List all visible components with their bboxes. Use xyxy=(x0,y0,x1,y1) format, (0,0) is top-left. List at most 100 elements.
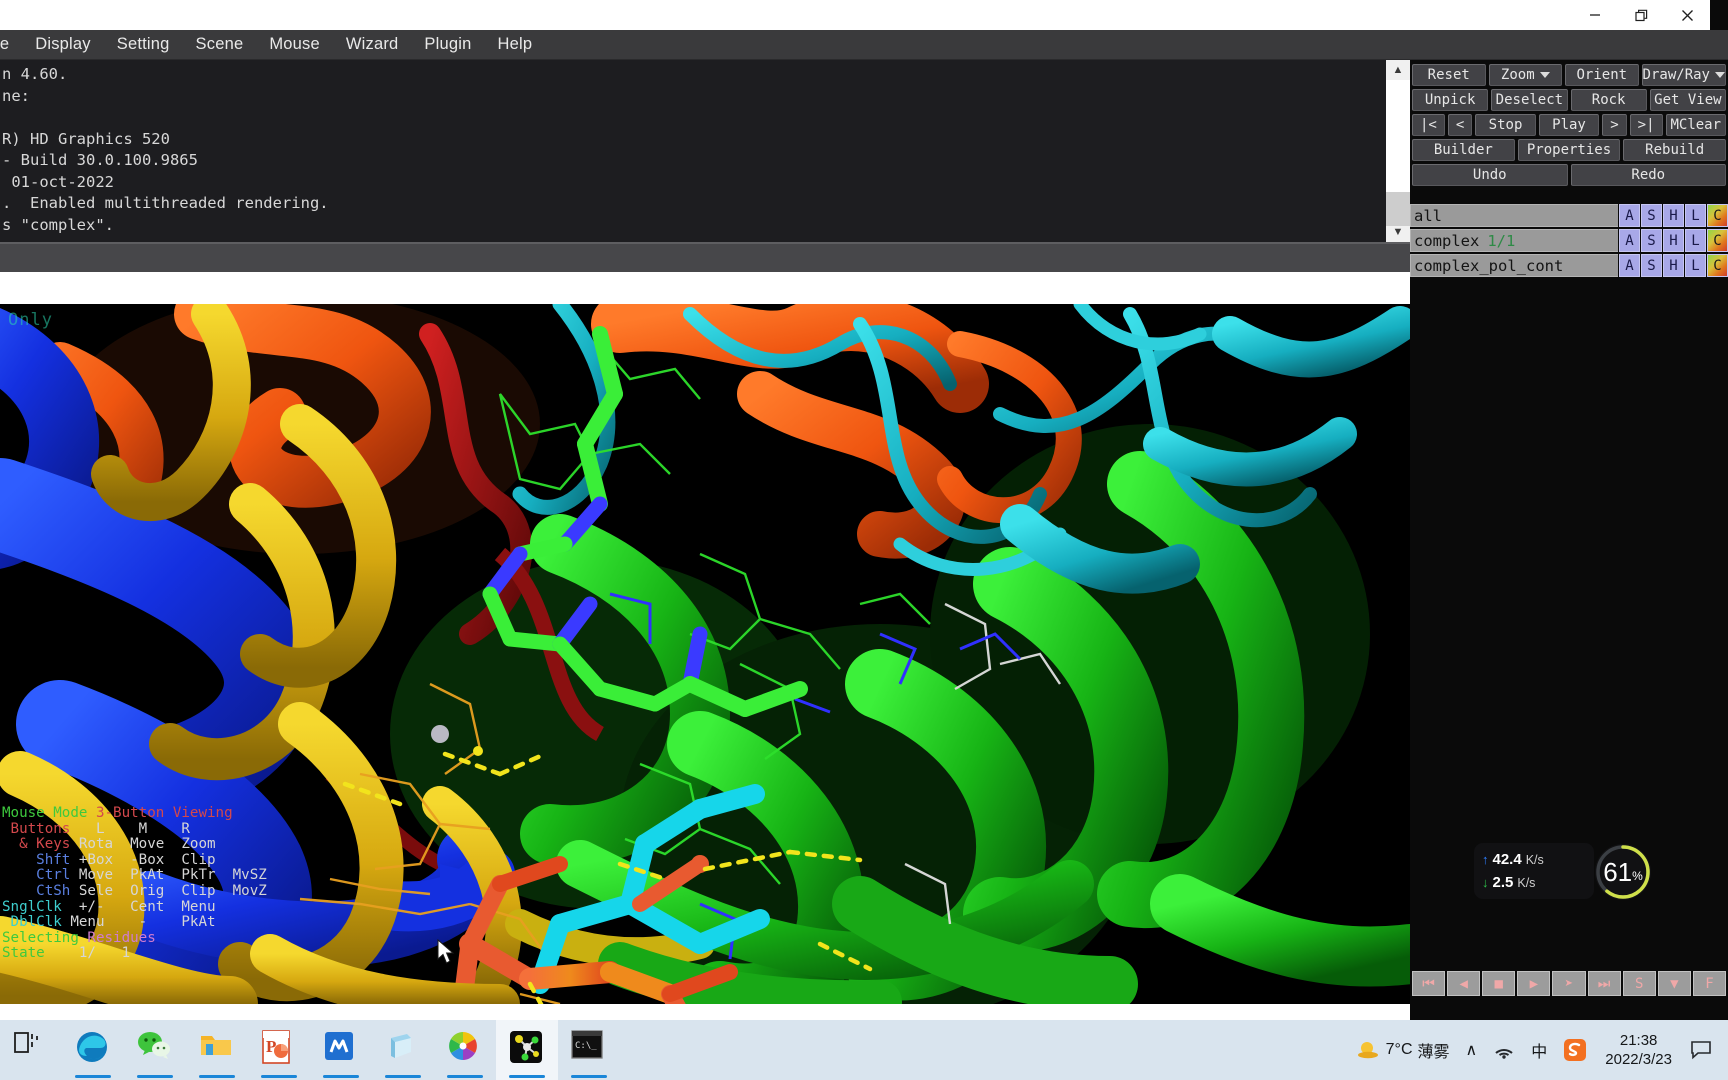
unpick-button[interactable]: Unpick xyxy=(1412,89,1489,111)
object-toggle-l[interactable]: L xyxy=(1685,254,1706,277)
movie-bar-play[interactable]: ▶ xyxy=(1517,971,1551,996)
zoom-button[interactable]: Zoom xyxy=(1488,64,1563,86)
mouse-mode-segment: +Box -Box Clip xyxy=(78,851,216,868)
menu-file[interactable]: ie xyxy=(0,33,22,56)
sogou-input-icon[interactable] xyxy=(1555,1038,1595,1062)
object-toggle-h[interactable]: H xyxy=(1663,229,1684,252)
button-label: |< xyxy=(1420,117,1437,133)
mouse-mode-segment: Menu - PkAt xyxy=(70,914,216,931)
object-toggle-s[interactable]: S xyxy=(1641,204,1662,227)
svg-text:C:\_: C:\_ xyxy=(575,1041,597,1051)
movie-bar-dropdown[interactable]: ▼ xyxy=(1657,971,1691,996)
menu-plugin[interactable]: Plugin xyxy=(411,33,484,56)
taskbar-app-m-icon xyxy=(323,1030,359,1066)
movie-bar-first[interactable]: ⏮ xyxy=(1412,971,1446,996)
redo-button[interactable]: Redo xyxy=(1570,164,1726,186)
object-toggle-h[interactable]: H xyxy=(1663,254,1684,277)
button-label: Unpick xyxy=(1424,92,1476,108)
taskbar-terminal[interactable]: C:\_ xyxy=(558,1020,620,1080)
movie-bar-last[interactable]: ⏭ xyxy=(1587,971,1621,996)
reset-button[interactable]: Reset xyxy=(1412,64,1486,86)
scrollbar-track[interactable] xyxy=(1386,80,1410,226)
draw-ray-button[interactable]: Draw/Ray xyxy=(1641,64,1726,86)
wifi-icon[interactable] xyxy=(1485,1041,1523,1059)
movie-last-button[interactable]: >| xyxy=(1629,114,1663,136)
movie-play-button[interactable]: Play xyxy=(1538,114,1600,136)
windows-taskbar: P C:\_ 7°C 薄雾 ∧ 中 21:38 2022/3/23 xyxy=(0,1020,1728,1080)
properties-button[interactable]: Properties xyxy=(1517,139,1621,161)
menu-help[interactable]: Help xyxy=(485,33,546,56)
taskbar-running-indicator xyxy=(447,1075,483,1078)
taskbar-wechat[interactable] xyxy=(124,1020,186,1080)
object-toggle-a[interactable]: A xyxy=(1619,229,1640,252)
object-row[interactable]: complex_pol_cont A S H L C xyxy=(1410,254,1728,277)
ime-indicator[interactable]: 中 xyxy=(1523,1038,1555,1062)
object-toggle-a[interactable]: A xyxy=(1619,254,1640,277)
mouse-mode-segment: Mouse Mode xyxy=(2,805,96,822)
movie-stop-button[interactable]: Stop xyxy=(1475,114,1536,136)
deselect-button[interactable]: Deselect xyxy=(1491,89,1568,111)
object-toggle-h[interactable]: H xyxy=(1663,204,1684,227)
object-toggle-c[interactable]: C xyxy=(1707,204,1728,227)
weather-widget[interactable]: 7°C 薄雾 xyxy=(1347,1038,1458,1062)
clock-widget[interactable]: 21:38 2022/3/23 xyxy=(1595,1031,1682,1069)
tray-chevron-icon[interactable]: ∧ xyxy=(1458,1040,1486,1060)
taskbar-file-explorer[interactable] xyxy=(186,1020,248,1080)
movie-next-button[interactable]: > xyxy=(1602,114,1627,136)
command-input[interactable] xyxy=(0,242,1410,272)
object-name[interactable]: all xyxy=(1410,204,1618,227)
console-line: 01-oct-2022 xyxy=(2,172,114,191)
movie-bar-rewind[interactable]: ◀ xyxy=(1447,971,1481,996)
movie-prev-button[interactable]: < xyxy=(1447,114,1473,136)
object-toggle-s[interactable]: S xyxy=(1641,229,1662,252)
close-button[interactable] xyxy=(1664,0,1710,30)
object-name[interactable]: complex 1/1 xyxy=(1410,229,1618,252)
taskbar-edge[interactable] xyxy=(62,1020,124,1080)
movie-bar-s[interactable]: S xyxy=(1622,971,1656,996)
object-toggle-c[interactable]: C xyxy=(1707,229,1728,252)
upload-speed-unit: K/s xyxy=(1525,852,1544,867)
restore-button[interactable] xyxy=(1618,0,1664,30)
scrollbar-thumb[interactable] xyxy=(1386,192,1410,226)
movie-first-button[interactable]: |< xyxy=(1412,114,1445,136)
console-scrollbar[interactable]: ▲ ▼ xyxy=(1386,60,1410,242)
menu-mouse[interactable]: Mouse xyxy=(256,33,333,56)
menu-scene[interactable]: Scene xyxy=(183,33,257,56)
builder-button[interactable]: Builder xyxy=(1412,139,1515,161)
orient-button[interactable]: Orient xyxy=(1565,64,1639,86)
taskbar-powerpoint[interactable]: P xyxy=(248,1020,310,1080)
object-toggle-a[interactable]: A xyxy=(1619,204,1640,227)
object-toggle-c[interactable]: C xyxy=(1707,254,1728,277)
notification-center-icon[interactable] xyxy=(1682,1040,1720,1060)
taskbar-photos[interactable] xyxy=(434,1020,496,1080)
rebuild-button[interactable]: Rebuild xyxy=(1623,139,1727,161)
taskbar-edge-icon xyxy=(75,1030,111,1066)
object-name[interactable]: complex_pol_cont xyxy=(1410,254,1618,277)
menu-wizard[interactable]: Wizard xyxy=(333,33,412,56)
object-toggle-l[interactable]: L xyxy=(1685,229,1706,252)
get-view-button[interactable]: Get View xyxy=(1649,89,1726,111)
movie-bar-stop[interactable]: ■ xyxy=(1482,971,1516,996)
taskbar-pymol[interactable] xyxy=(496,1020,558,1080)
scroll-up-icon[interactable]: ▲ xyxy=(1386,60,1410,80)
minimize-button[interactable] xyxy=(1572,0,1618,30)
rock-button[interactable]: Rock xyxy=(1570,89,1647,111)
cpu-gauge-label: 61 % xyxy=(1592,841,1654,903)
task-view-button[interactable] xyxy=(0,1020,62,1080)
undo-button[interactable]: Undo xyxy=(1412,164,1568,186)
object-row[interactable]: all A S H L C xyxy=(1410,204,1728,227)
taskbar-app-m[interactable] xyxy=(310,1020,372,1080)
object-toggle-s[interactable]: S xyxy=(1641,254,1662,277)
object-row[interactable]: complex 1/1 A S H L C xyxy=(1410,229,1728,252)
menu-display[interactable]: Display xyxy=(22,33,104,56)
taskbar-pymol-icon xyxy=(509,1030,545,1066)
movie-bar-f[interactable]: F xyxy=(1692,971,1726,996)
mclear-button[interactable]: MClear xyxy=(1665,114,1726,136)
menu-setting[interactable]: Setting xyxy=(104,33,183,56)
console-output: n 4.60. ne: R) HD Graphics 520 - Build 30.… xyxy=(0,60,1410,242)
movie-bar-forward[interactable]: ➤ xyxy=(1552,971,1586,996)
button-label: Rock xyxy=(1591,92,1626,108)
taskbar-notes[interactable] xyxy=(372,1020,434,1080)
taskbar-running-indicator xyxy=(137,1075,173,1078)
object-toggle-l[interactable]: L xyxy=(1685,204,1706,227)
